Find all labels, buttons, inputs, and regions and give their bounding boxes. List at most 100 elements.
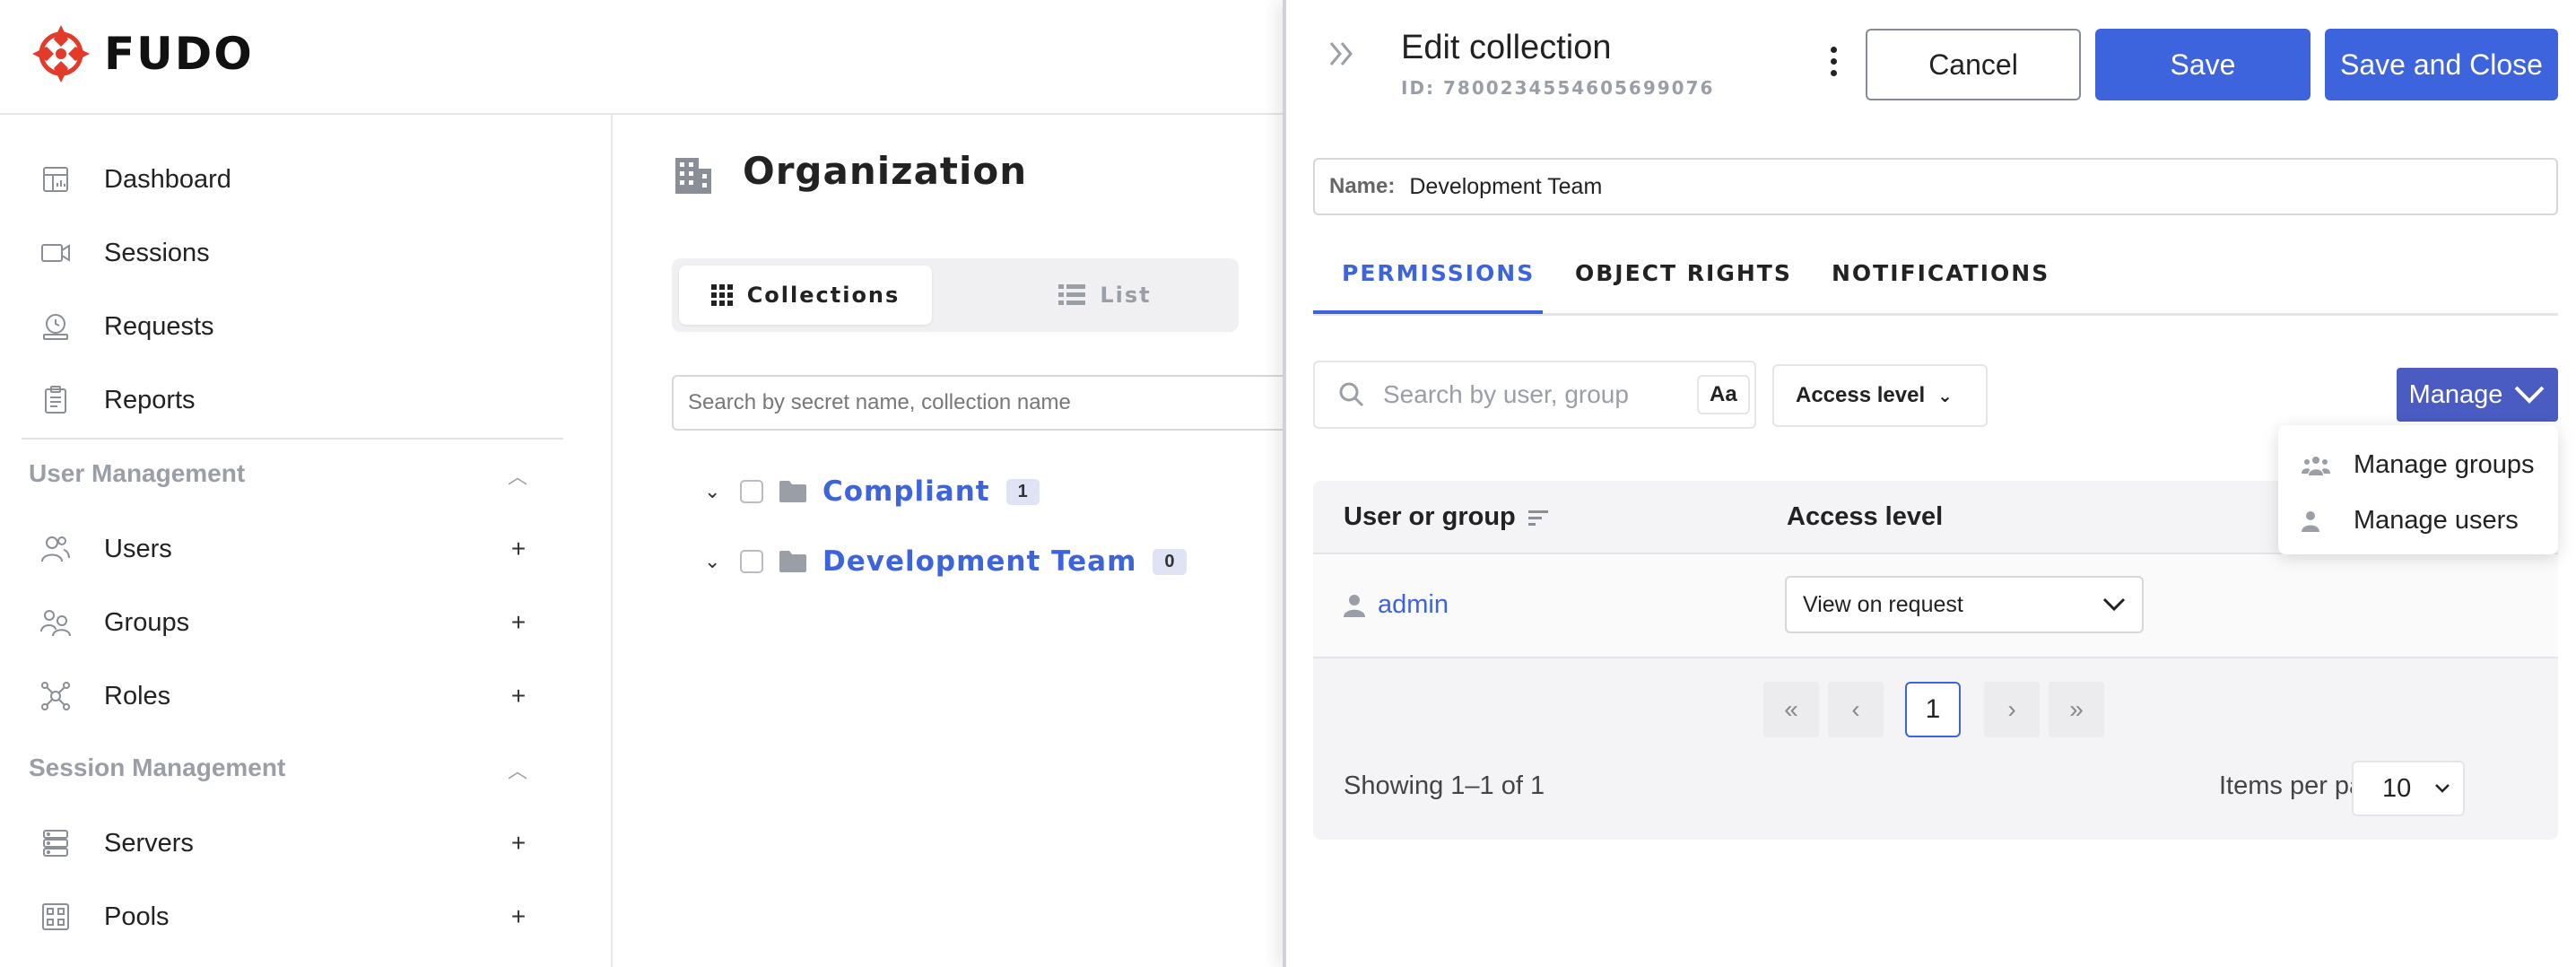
tab-object-rights[interactable]: OBJECT RIGHTS xyxy=(1575,260,1792,286)
row-checkbox[interactable] xyxy=(740,550,763,573)
sidebar-item-reports[interactable]: Reports xyxy=(39,379,196,422)
sidebar: Dashboard Sessions Requests Reports User… xyxy=(0,115,613,967)
active-tab-indicator xyxy=(1313,310,1543,314)
tab-label: Collections xyxy=(746,283,901,308)
collection-name[interactable]: Development Team xyxy=(822,545,1136,578)
more-options-icon[interactable] xyxy=(1824,47,1842,76)
top-bar: FUDO xyxy=(0,0,1283,115)
tab-collections[interactable]: Collections xyxy=(679,266,932,325)
sidebar-item-label: Pools xyxy=(104,902,170,931)
add-role-button[interactable]: + xyxy=(508,682,529,710)
sidebar-item-label: Servers xyxy=(104,828,194,858)
count-badge: 1 xyxy=(1005,478,1040,505)
main-content: Organization Collections List Search by … xyxy=(614,115,1300,967)
sidebar-item-label: Users xyxy=(104,534,172,563)
sidebar-item-label: Reports xyxy=(104,385,196,414)
access-level-select[interactable]: View on request xyxy=(1785,576,2144,633)
add-user-button[interactable]: + xyxy=(508,535,529,563)
sidebar-item-roles[interactable]: Roles xyxy=(39,675,170,718)
folder-icon xyxy=(779,481,806,502)
video-camera-icon xyxy=(39,237,72,269)
sidebar-item-users[interactable]: Users xyxy=(39,527,172,571)
permission-search-input[interactable]: Search by user, group Aa xyxy=(1313,361,1756,429)
user-cell[interactable]: admin xyxy=(1344,590,1449,620)
access-level-filter[interactable]: Access level ⌄ xyxy=(1772,364,1988,427)
view-toggle: Collections List xyxy=(672,258,1239,332)
clipboard-icon xyxy=(39,384,72,416)
manage-button[interactable]: Manage xyxy=(2397,368,2558,422)
case-sensitive-toggle[interactable]: Aa xyxy=(1697,375,1750,414)
column-user-or-group[interactable]: User or group xyxy=(1344,502,1550,532)
collection-id: ID: 7800234554605699076 xyxy=(1401,77,1715,99)
sidebar-item-sessions[interactable]: Sessions xyxy=(39,231,210,274)
sidebar-item-label: Groups xyxy=(104,607,190,637)
sort-icon[interactable] xyxy=(1527,509,1550,527)
grid-icon xyxy=(710,284,733,306)
current-page-button[interactable]: 1 xyxy=(1905,682,1961,737)
first-page-button[interactable]: « xyxy=(1763,682,1819,737)
access-filter-label: Access level xyxy=(1796,383,1926,407)
chevron-down-icon: ⌄ xyxy=(1937,386,1953,406)
sidebar-item-dashboard[interactable]: Dashboard xyxy=(39,158,231,201)
tab-list[interactable]: List xyxy=(979,266,1231,325)
sidebar-item-label: Sessions xyxy=(104,238,210,267)
list-icon xyxy=(1058,284,1086,305)
groups-icon xyxy=(39,606,72,639)
brand-name: FUDO xyxy=(104,28,254,80)
row-checkbox[interactable] xyxy=(740,480,763,503)
section-session-management[interactable]: Session Management xyxy=(29,754,285,782)
collection-search-input[interactable]: Search by secret name, collection name xyxy=(672,375,1300,431)
chevron-down-icon xyxy=(2514,386,2545,404)
column-label: User or group xyxy=(1344,502,1516,531)
items-per-page-value: 10 xyxy=(2382,773,2412,803)
folder-icon xyxy=(779,551,806,572)
last-page-button[interactable]: » xyxy=(2049,682,2104,737)
sidebar-item-servers[interactable]: Servers xyxy=(39,822,194,865)
name-field[interactable]: Name: Development Team xyxy=(1313,158,2558,215)
sidebar-item-requests[interactable]: Requests xyxy=(39,305,214,348)
tree-row-development-team[interactable]: ⌄ Development Team 0 xyxy=(704,545,1187,578)
sidebar-item-groups[interactable]: Groups xyxy=(39,601,189,644)
chevron-up-icon[interactable]: ︿ xyxy=(508,755,527,784)
tree-row-compliant[interactable]: ⌄ Compliant 1 xyxy=(704,475,1040,508)
collection-name[interactable]: Compliant xyxy=(822,475,990,508)
save-and-close-button[interactable]: Save and Close xyxy=(2325,29,2558,100)
user-icon xyxy=(1344,594,1365,617)
double-chevron-right-icon[interactable] xyxy=(1326,38,1358,74)
cancel-button[interactable]: Cancel xyxy=(1866,29,2081,100)
add-group-button[interactable]: + xyxy=(508,608,529,637)
menu-item-label: Manage groups xyxy=(2354,450,2535,479)
table-row: admin View on request xyxy=(1313,554,2558,658)
save-button[interactable]: Save xyxy=(2095,29,2311,100)
search-icon xyxy=(1339,382,1364,407)
add-pool-button[interactable]: + xyxy=(508,902,529,931)
manage-groups-item[interactable]: Manage groups xyxy=(2302,450,2535,480)
chevron-up-icon[interactable]: ︿ xyxy=(508,461,527,490)
add-server-button[interactable]: + xyxy=(508,829,529,858)
showing-count: Showing 1–1 of 1 xyxy=(1344,771,1545,800)
chevron-down-icon xyxy=(2102,597,2126,612)
page-title: Organization xyxy=(743,149,1028,193)
logo[interactable]: FUDO xyxy=(29,22,254,86)
chevron-down-icon[interactable]: ⌄ xyxy=(704,550,724,573)
sidebar-item-pools[interactable]: Pools xyxy=(39,895,170,938)
users-icon xyxy=(39,533,72,565)
pools-icon xyxy=(39,901,72,933)
manage-users-item[interactable]: Manage users xyxy=(2302,506,2519,536)
count-badge: 0 xyxy=(1153,548,1187,575)
column-label: Access level xyxy=(1787,502,1944,531)
user-name-link[interactable]: admin xyxy=(1378,590,1449,620)
tab-permissions[interactable]: PERMISSIONS xyxy=(1342,260,1535,286)
tab-label: List xyxy=(1100,283,1152,308)
column-access-level[interactable]: Access level xyxy=(1787,502,1943,532)
tab-notifications[interactable]: NOTIFICATIONS xyxy=(1832,260,2049,286)
chevron-down-icon xyxy=(2435,784,2450,793)
timer-icon xyxy=(39,310,72,343)
chevron-down-icon[interactable]: ⌄ xyxy=(704,480,724,503)
items-per-page-select[interactable]: 10 xyxy=(2352,761,2465,816)
search-placeholder: Search by user, group xyxy=(1383,380,1629,408)
prev-page-button[interactable]: ‹ xyxy=(1828,682,1884,737)
name-value[interactable]: Development Team xyxy=(1409,174,1602,200)
next-page-button[interactable]: › xyxy=(1984,682,2040,737)
section-user-management[interactable]: User Management xyxy=(29,459,245,488)
